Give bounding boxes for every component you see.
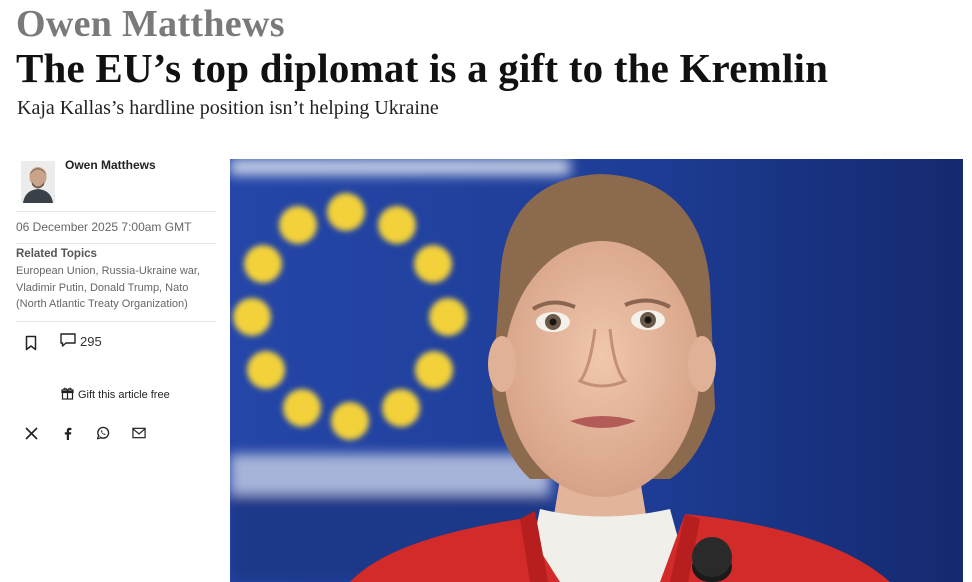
related-topics-list[interactable]: European Union, Russia-Ukraine war, Vlad… [16,260,206,321]
article-sidebar: Owen Matthews 06 December 2025 7:00am GM… [16,155,216,440]
author-avatar[interactable] [21,161,55,203]
share-bar [24,426,146,440]
article-actions: 295 [16,322,216,364]
x-icon[interactable] [24,426,38,440]
article-standfirst: Kaja Kallas’s hardline position isn’t he… [17,97,439,119]
whatsapp-icon[interactable] [96,426,110,440]
email-icon[interactable] [132,426,146,440]
gift-icon [61,387,74,403]
facebook-icon[interactable] [60,426,74,440]
author-kicker[interactable]: Owen Matthews [16,2,285,46]
bookmark-icon[interactable] [24,335,38,351]
author-name[interactable]: Owen Matthews [65,158,156,172]
gift-article-button[interactable]: Gift this article free [61,387,170,403]
article-headline: The EU’s top diplomat is a gift to the K… [16,45,829,91]
gift-label: Gift this article free [78,389,170,401]
author-row: Owen Matthews [16,155,216,211]
publish-date: 06 December 2025 7:00am GMT [16,220,192,234]
comment-icon [59,332,77,351]
comment-count: 295 [80,334,102,349]
comments-button[interactable]: 295 [59,332,102,352]
related-topics-title: Related Topics [16,248,97,260]
article-hero-image[interactable] [230,159,963,582]
